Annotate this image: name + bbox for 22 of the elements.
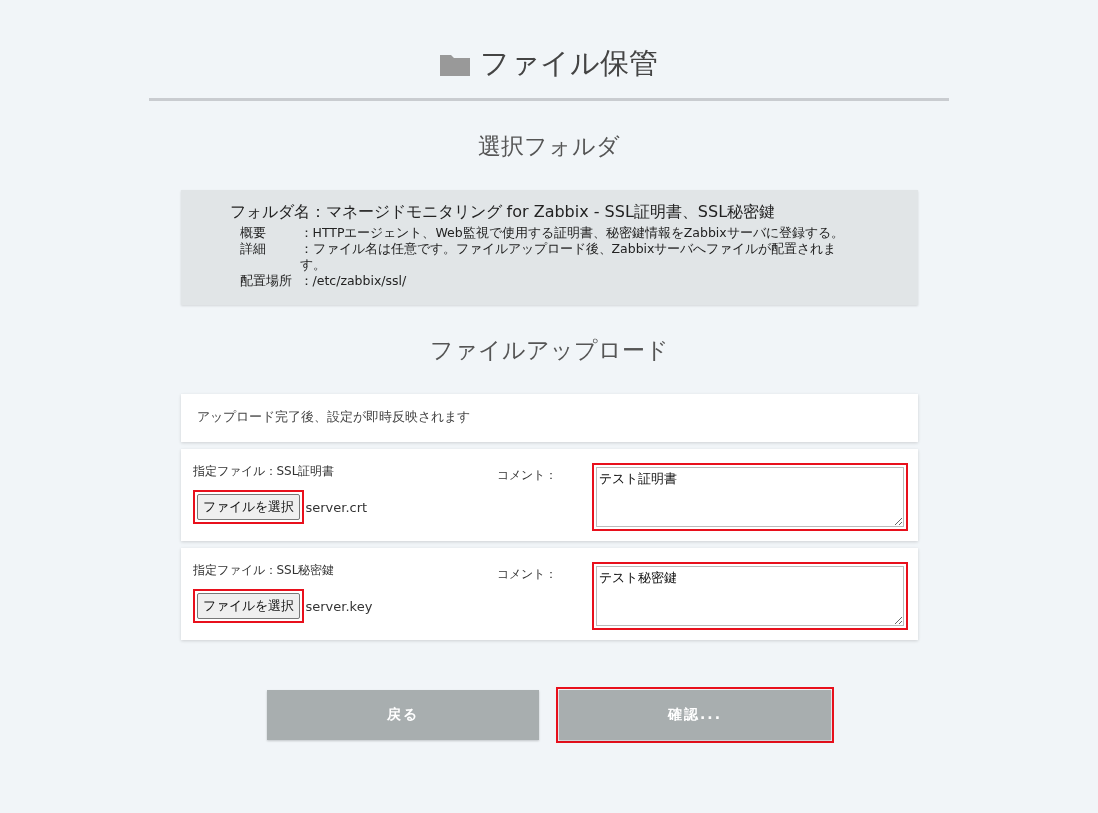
detail-value: ：ファイル名は任意です。ファイルアップロード後、Zabbixサーバへファイルが配置されます。 xyxy=(299,241,838,273)
folder-name: フォルダ名：マネージドモニタリング for Zabbix - SSL証明書、SSL秘密鍵 xyxy=(229,202,777,223)
notice-text: アップロード完了後、設定が即時反映されます xyxy=(196,408,471,426)
detail-value: ：/etc/zabbix/ssl/ xyxy=(299,273,408,289)
folder-icon xyxy=(440,52,470,76)
comment-label: コメント： xyxy=(497,567,558,581)
page-title: ファイル保管 xyxy=(480,45,658,82)
detail-value: ：HTTPエージェント、Web監視で使用する証明書、秘密鍵情報をZabbixサーバに登録する。 xyxy=(299,225,845,241)
file-label: 指定ファイル：SSL証明書 xyxy=(192,463,336,480)
detail-label: 配置場所 xyxy=(239,273,293,289)
comment-field[interactable]: テスト証明書 xyxy=(595,467,904,527)
file-name: server.key xyxy=(305,598,373,614)
comment-field[interactable]: テスト秘密鍵 xyxy=(595,566,904,626)
file-name: server.crt xyxy=(305,499,368,515)
choose-file-button[interactable]: ファイルを選択 xyxy=(196,593,300,619)
section-heading: ファイルアップロード xyxy=(429,336,669,365)
comment-label: コメント： xyxy=(497,468,558,482)
file-label: 指定ファイル：SSL秘密鍵 xyxy=(192,562,336,579)
detail-label: 詳細 xyxy=(239,241,267,258)
choose-file-button[interactable]: ファイルを選択 xyxy=(196,494,300,520)
detail-label: 概要 xyxy=(239,225,267,241)
section-heading: 選択フォルダ xyxy=(478,132,620,161)
